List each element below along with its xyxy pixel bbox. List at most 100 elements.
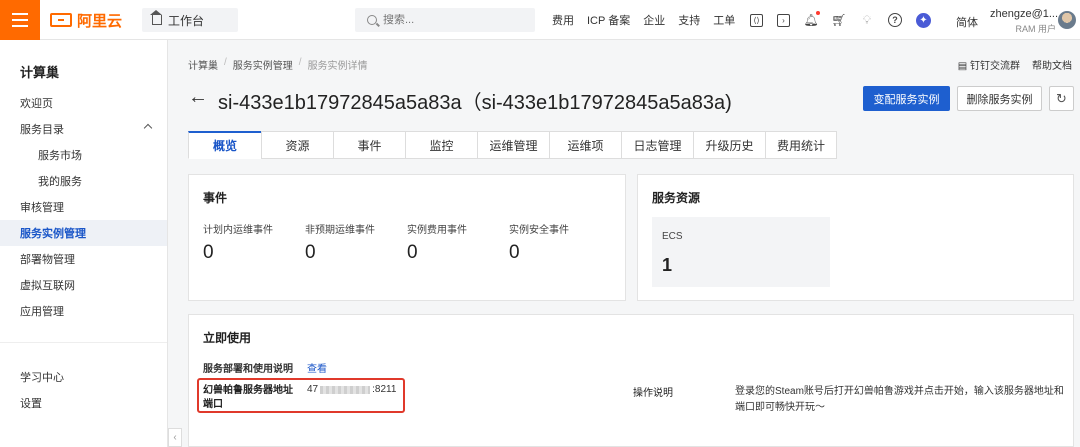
event-value[interactable]: 0	[305, 242, 316, 264]
server-address-value: 47 : 8211	[307, 384, 397, 395]
search-box[interactable]	[355, 8, 535, 32]
address-port: 8211	[374, 384, 397, 395]
user-role: RAM 用户	[1015, 24, 1056, 34]
resource-label: ECS	[662, 231, 683, 242]
view-instructions-link[interactable]: 查看	[307, 360, 327, 375]
dingtalk-link[interactable]: ▤ 钉钉交流群	[958, 57, 1020, 72]
sidebar-item-review[interactable]: 审核管理	[0, 194, 167, 220]
address-prefix: 47	[307, 384, 319, 395]
sidebar-item-label: 服务目录	[20, 124, 64, 136]
tab-billing[interactable]: 费用统计	[765, 131, 837, 159]
top-bar: 阿里云 工作台 费用 ICP 备案 企业 支持 工单 ⟨⟩ › 🔔︎ 🛒︎ 💡︎…	[0, 0, 1080, 40]
tab-bar: 概览 资源 事件 监控 运维管理 运维项 日志管理 升级历史 费用统计	[188, 131, 837, 159]
use-now-card: 立即使用 服务部署和使用说明 查看 幻兽帕鲁服务器地址端口 47 : 8211 …	[188, 314, 1074, 447]
assistant-icon[interactable]: ✦	[916, 12, 931, 28]
sidebar-collapse-button[interactable]: ‹	[168, 428, 182, 447]
sidebar-title: 计算巢	[20, 65, 60, 80]
dingtalk-label: 钉钉交流群	[970, 61, 1020, 72]
event-label: 计划内运维事件	[203, 225, 273, 236]
sidebar-item-vpn[interactable]: 虚拟互联网	[0, 272, 167, 298]
terminal-icon[interactable]: ›	[777, 13, 790, 27]
sidebar-item-artifacts[interactable]: 部署物管理	[0, 246, 167, 272]
user-name: zhengze@1...	[990, 8, 1059, 20]
usage-instructions-label: 服务部署和使用说明	[203, 364, 293, 375]
cart-icon[interactable]: 🛒︎	[831, 13, 846, 27]
workbench-button[interactable]: 工作台	[142, 8, 238, 32]
sidebar-item-instances[interactable]: 服务实例管理	[0, 220, 167, 246]
logo-text: 阿里云	[77, 12, 123, 30]
resources-card-title: 服务资源	[652, 191, 701, 205]
tab-events[interactable]: 事件	[333, 131, 405, 159]
workbench-label: 工作台	[168, 13, 205, 28]
resource-count: 1	[662, 255, 673, 275]
lightbulb-icon[interactable]: 💡︎	[860, 13, 874, 27]
tab-ops-items[interactable]: 运维项	[549, 131, 621, 159]
bell-icon[interactable]: 🔔︎	[803, 11, 820, 27]
sidebar-item-apps[interactable]: 应用管理	[0, 298, 167, 324]
top-icons: ⟨⟩ › 🔔︎ 🛒︎ 💡︎ ? ✦	[750, 0, 931, 40]
tab-resources[interactable]: 资源	[261, 131, 333, 159]
sidebar-item-label: 虚拟互联网	[20, 280, 75, 292]
event-label: 实例安全事件	[509, 225, 569, 236]
nav-billing[interactable]: 费用	[552, 12, 574, 28]
sidebar-item-label: 学习中心	[20, 372, 64, 384]
nav-support[interactable]: 支持	[678, 12, 700, 28]
server-address-label: 幻兽帕鲁服务器地址端口	[203, 385, 293, 410]
event-value[interactable]: 0	[407, 242, 418, 264]
breadcrumb-separator: /	[298, 57, 302, 68]
help-docs-link[interactable]: 帮助文档	[1032, 57, 1072, 72]
aliyun-logo[interactable]: 阿里云	[50, 10, 122, 30]
cloud-shell-icon[interactable]: ⟨⟩	[750, 13, 763, 27]
breadcrumb-current: 服务实例详情	[307, 61, 368, 72]
nav-icp[interactable]: ICP 备案	[587, 12, 630, 28]
ecs-resource-box[interactable]: ECS 1	[652, 217, 830, 287]
breadcrumb: 计算巢 / 服务实例管理 / 服务实例详情	[188, 57, 368, 72]
event-value[interactable]: 0	[509, 242, 520, 264]
search-input[interactable]	[383, 14, 523, 26]
page-title: si-433e1b17972845a5a83a（si-433e1b1797284…	[218, 92, 732, 114]
sidebar-item-label: 部署物管理	[20, 254, 75, 266]
event-label: 实例费用事件	[407, 225, 467, 236]
tab-monitoring[interactable]: 监控	[405, 131, 477, 159]
sidebar-item-welcome[interactable]: 欢迎页	[0, 90, 167, 116]
tab-overview[interactable]: 概览	[188, 131, 261, 159]
sidebar-item-label: 我的服务	[38, 176, 82, 188]
language-switch[interactable]: 简体	[956, 14, 978, 30]
delete-instance-button[interactable]: 删除服务实例	[957, 86, 1042, 111]
tab-ops-management[interactable]: 运维管理	[477, 131, 549, 159]
sidebar-item-label: 服务市场	[38, 150, 82, 162]
help-icon[interactable]: ?	[888, 13, 902, 27]
tab-upgrade-history[interactable]: 升级历史	[693, 131, 765, 159]
sidebar-item-label: 应用管理	[20, 306, 64, 318]
home-icon	[150, 10, 162, 25]
user-menu[interactable]: zhengze@1... RAM 用户	[990, 8, 1059, 35]
sidebar-item-label: 审核管理	[20, 202, 64, 214]
sidebar-item-settings[interactable]: 设置	[0, 390, 167, 416]
search-icon	[367, 15, 377, 25]
breadcrumb-item[interactable]: 计算巢	[188, 57, 218, 72]
top-nav: 费用 ICP 备案 企业 支持 工单	[552, 0, 748, 40]
nav-ticket[interactable]: 工单	[713, 12, 735, 28]
avatar[interactable]	[1058, 11, 1076, 29]
change-instance-button[interactable]: 变配服务实例	[863, 86, 950, 111]
refresh-icon[interactable]: ↻	[1049, 86, 1074, 111]
back-arrow-icon[interactable]: ←	[188, 86, 208, 109]
resources-card: 服务资源 ECS 1	[637, 174, 1074, 301]
use-now-title: 立即使用	[203, 331, 252, 345]
operation-description: 登录您的Steam账号后打开幻兽帕鲁游戏并点击开始，输入该服务器地址和端口即可畅…	[735, 386, 1064, 413]
sidebar-item-my-services[interactable]: 我的服务	[0, 168, 167, 194]
sidebar-item-learning[interactable]: 学习中心	[0, 364, 167, 390]
sidebar-item-market[interactable]: 服务市场	[0, 142, 167, 168]
breadcrumb-item[interactable]: 服务实例管理	[233, 57, 293, 72]
events-card-title: 事件	[203, 191, 228, 205]
sidebar-item-catalog[interactable]: 服务目录	[0, 116, 167, 142]
events-card: 事件 计划内运维事件 0 非预期运维事件 0 实例费用事件 0 实例安全事件 0	[188, 174, 626, 301]
tab-logs[interactable]: 日志管理	[621, 131, 693, 159]
redacted-ip	[320, 385, 371, 394]
event-value[interactable]: 0	[203, 242, 214, 264]
event-label: 非预期运维事件	[305, 225, 375, 236]
operation-label: 操作说明	[633, 388, 673, 399]
menu-icon[interactable]	[0, 0, 40, 40]
aliyun-logo-mark	[50, 13, 72, 27]
nav-enterprise[interactable]: 企业	[643, 12, 665, 28]
